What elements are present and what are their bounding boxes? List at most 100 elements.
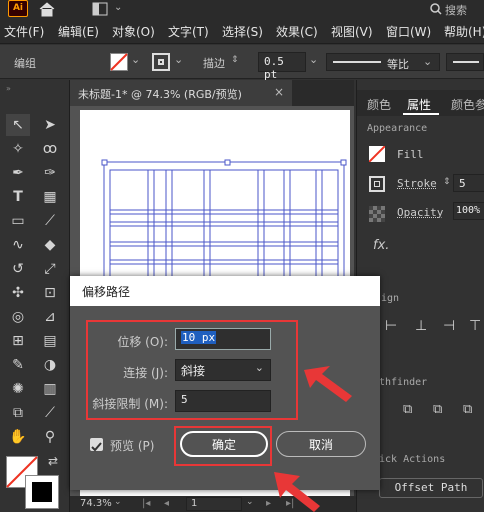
stroke-panel-label[interactable]: Stroke: [397, 177, 437, 190]
stroke-weight-field[interactable]: 5: [453, 174, 484, 192]
appearance-stroke-swatch[interactable]: [369, 176, 385, 192]
perspective-tool-icon[interactable]: ⊿: [38, 306, 62, 328]
stroke-weight-input[interactable]: 0.5 pt: [258, 52, 306, 81]
swap-colors-icon[interactable]: ⇄: [48, 454, 58, 468]
opacity-field[interactable]: 100%: [453, 202, 484, 220]
mesh-tool-icon[interactable]: ⊞: [6, 330, 30, 352]
stepper-icon[interactable]: ⇕: [231, 55, 239, 65]
menu-file[interactable]: 文件(F): [4, 23, 44, 40]
align-right-icon[interactable]: ⊣: [443, 318, 455, 334]
menu-view[interactable]: 视图(V): [331, 23, 373, 40]
chevron-down-icon[interactable]: ⌄: [114, 497, 122, 507]
menu-edit[interactable]: 编辑(E): [58, 23, 99, 40]
stroke-profile-dropdown[interactable]: 等比 ⌄: [326, 53, 440, 71]
page-number-field[interactable]: 1: [186, 497, 242, 511]
menu-bar: 文件(F) 编辑(E) 对象(O) 文字(T) 选择(S) 效果(C) 视图(V…: [0, 20, 484, 44]
eraser-tool-icon[interactable]: ◆: [38, 234, 62, 256]
chevron-down-icon[interactable]: ⌄: [174, 53, 183, 66]
search-icon[interactable]: [430, 3, 442, 15]
grid-tool-icon[interactable]: ▦: [38, 186, 62, 208]
fill-swatch[interactable]: [110, 53, 128, 71]
type-tool-icon[interactable]: T: [6, 186, 30, 208]
preview-label: 预览 (P): [110, 439, 155, 453]
stroke-color-swatch[interactable]: [25, 475, 59, 509]
chevron-down-icon[interactable]: ⌄: [131, 53, 140, 66]
workspace-layout-icon[interactable]: [92, 2, 108, 16]
direct-selection-tool-icon[interactable]: ➤: [38, 114, 62, 136]
annotation-arrow-fields: [304, 366, 352, 402]
cancel-button[interactable]: 取消: [276, 431, 366, 457]
fx-icon[interactable]: fx.: [373, 238, 389, 253]
chevron-down-icon: ⌄: [423, 55, 433, 68]
pen-tool-icon[interactable]: ✒: [6, 162, 30, 184]
hand-tool-icon[interactable]: ✋: [6, 426, 30, 448]
stroke-label: 描边: [203, 57, 225, 70]
offset-path-button[interactable]: Offset Path: [379, 478, 483, 498]
selection-tool-icon[interactable]: ↖: [6, 114, 30, 136]
close-icon[interactable]: ×: [274, 85, 284, 99]
gradient-tool-icon[interactable]: ▤: [38, 330, 62, 352]
search-label[interactable]: 搜索: [445, 2, 467, 18]
align-center-icon[interactable]: ⊥: [415, 318, 427, 334]
scale-tool-icon[interactable]: ⤢: [38, 258, 62, 280]
document-tab-title: 未标题-1* @ 74.3% (RGB/预览): [78, 88, 242, 101]
menu-type[interactable]: 文字(T): [168, 23, 209, 40]
menu-select[interactable]: 选择(S): [222, 23, 263, 40]
shaper-tool-icon[interactable]: ∿: [6, 234, 30, 256]
symbol-sprayer-tool-icon[interactable]: ✺: [6, 378, 30, 400]
document-tab[interactable]: 未标题-1* @ 74.3% (RGB/预览) ×: [70, 80, 292, 106]
stepper-icon[interactable]: ⇕: [443, 177, 451, 187]
chevron-down-icon[interactable]: ⌄: [114, 2, 122, 13]
stroke-inner-icon: [158, 59, 164, 65]
annotation-arrow-ok: [274, 472, 320, 512]
free-transform-tool-icon[interactable]: ⊡: [38, 282, 62, 304]
chevron-down-icon[interactable]: ⌄: [246, 497, 254, 507]
slice-tool-icon[interactable]: ⟋: [38, 402, 62, 424]
group-label: 编组: [14, 57, 36, 70]
shape-builder-tool-icon[interactable]: ◎: [6, 306, 30, 328]
home-icon[interactable]: [38, 1, 56, 17]
opacity-label[interactable]: Opacity: [397, 206, 443, 219]
align-left-icon[interactable]: ⊢: [385, 318, 397, 334]
brush-dropdown[interactable]: [446, 53, 484, 71]
menu-window[interactable]: 窗口(W): [386, 23, 431, 40]
menu-help[interactable]: 帮助(H): [444, 23, 484, 40]
zoom-tool-icon[interactable]: ⚲: [38, 426, 62, 448]
prev-page-icon[interactable]: ◂: [164, 498, 169, 509]
paintbrush-tool-icon[interactable]: ⟋: [38, 210, 62, 232]
pathfinder-intersect-icon[interactable]: ⧉: [463, 402, 472, 417]
menu-effect[interactable]: 效果(C): [276, 23, 318, 40]
align-top-icon[interactable]: ⊤: [469, 318, 481, 334]
pathfinder-unite-icon[interactable]: ⧉: [403, 402, 412, 417]
tab-properties[interactable]: 属性: [407, 96, 431, 113]
artboard-tool-icon[interactable]: ⧉: [6, 402, 30, 424]
collapse-icon[interactable]: »: [6, 84, 11, 93]
highlight-box-ok: [174, 426, 272, 466]
eyedropper-tool-icon[interactable]: ✎: [6, 354, 30, 376]
stroke-swatch[interactable]: [152, 53, 170, 71]
column-graph-tool-icon[interactable]: ▥: [38, 378, 62, 400]
preview-checkbox[interactable]: [90, 438, 103, 452]
fill-label: Fill: [397, 148, 424, 161]
curvature-tool-icon[interactable]: ✑: [38, 162, 62, 184]
lasso-tool-icon[interactable]: ꝏ: [38, 138, 62, 160]
pathfinder-minus-front-icon[interactable]: ⧉: [433, 402, 442, 417]
first-page-icon[interactable]: |◂: [142, 498, 150, 509]
magic-wand-tool-icon[interactable]: ✧: [6, 138, 30, 160]
blend-tool-icon[interactable]: ◑: [38, 354, 62, 376]
page-number: 1: [191, 498, 198, 509]
quick-actions-heading: ick Actions: [379, 454, 446, 465]
chevron-down-icon[interactable]: ⌄: [309, 53, 318, 66]
right-tab-bar: 颜色 属性 颜色参: [357, 90, 484, 116]
tab-color-guide[interactable]: 颜色参: [451, 96, 484, 113]
menu-object[interactable]: 对象(O): [112, 23, 155, 40]
appearance-fill-swatch[interactable]: [368, 145, 386, 163]
zoom-level[interactable]: 74.3%: [80, 498, 112, 509]
puppet-warp-tool-icon[interactable]: ✣: [6, 282, 30, 304]
tools-panel: » ↖ ➤ ✧ ꝏ ✒ ✑ T ▦ ▭ ⟋ ∿ ◆ ↺ ⤢ ✣ ⊡ ◎ ⊿ ⊞ …: [0, 80, 70, 512]
opacity-icon: [369, 206, 385, 222]
title-bar: Ai ⌄ 搜索: [0, 0, 484, 20]
tab-color[interactable]: 颜色: [367, 96, 391, 113]
rotate-tool-icon[interactable]: ↺: [6, 258, 30, 280]
rectangle-tool-icon[interactable]: ▭: [6, 210, 30, 232]
